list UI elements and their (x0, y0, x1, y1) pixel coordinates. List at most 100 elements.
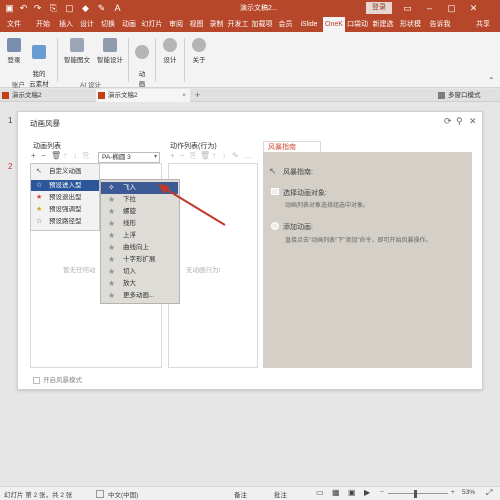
magic-tools-icon (103, 38, 117, 52)
menu-tab[interactable]: OneK (323, 17, 345, 32)
zoom-level[interactable]: 53% (462, 489, 475, 496)
new-tab-icon[interactable]: + (195, 89, 200, 102)
menu-tab[interactable]: 新建选 (370, 17, 396, 32)
menu-tab[interactable]: 切换 (98, 17, 118, 32)
menu-tab[interactable]: iSlide (297, 17, 321, 32)
close-tab-icon[interactable]: × (182, 89, 186, 102)
menu-bar: 文件 开始 插入 设计 切换 动画 幻灯片 审阅 视图 录制 开发工 加载项 会员 iSlide OneK 口… (0, 17, 500, 43)
minus-icon[interactable]: − (41, 151, 46, 160)
effect-cross-expand[interactable]: ★ 十字形扩展 (101, 254, 178, 266)
menu-tab[interactable]: 口袋动 (346, 17, 369, 32)
document-tab[interactable]: 演示文稿2 (0, 89, 92, 102)
checkbox-label: 开启风暴模式 (43, 377, 82, 384)
accessibility-icon[interactable] (96, 490, 104, 498)
zoom-slider-handle[interactable] (414, 490, 417, 498)
more-icon[interactable]: … (244, 151, 252, 160)
move-down-icon[interactable]: ↓ (73, 151, 77, 160)
copy-icon[interactable]: ⎘ (190, 151, 196, 161)
checkbox-box[interactable] (33, 376, 40, 384)
picture-icon[interactable]: ▢ (64, 3, 75, 14)
design-button[interactable]: 设计 (160, 38, 180, 64)
font-color-icon[interactable]: A (112, 3, 123, 14)
menu-tab[interactable]: 文件 (4, 17, 24, 32)
animation-button[interactable]: 动 画 (133, 38, 151, 88)
refresh-icon[interactable]: ⟳ (444, 116, 452, 127)
move-up-icon[interactable]: ↑ (63, 151, 67, 160)
effect-cut-in[interactable]: ★ 切入 (101, 266, 178, 278)
zoom-out-icon[interactable]: − (380, 489, 384, 496)
menu-tab[interactable]: 动画 (119, 17, 139, 32)
ribbon-button-label: 设计 (163, 57, 177, 64)
effect-float-up[interactable]: ★ 上浮 (101, 230, 178, 242)
close-icon[interactable]: ✕ (468, 3, 479, 14)
close-dialog-icon[interactable]: ✕ (469, 116, 477, 127)
effect-label: 更多动画... (123, 292, 155, 299)
menu-tab[interactable]: 视图 (187, 17, 206, 32)
menu-item-preset-path[interactable]: ☆ 预设路径型 (31, 216, 99, 227)
smart-image-text-button[interactable]: 智能图文 (60, 38, 94, 64)
add-animation-icon[interactable]: + (31, 151, 36, 160)
menu-tab[interactable]: 共享 (470, 17, 496, 32)
zoom-in-icon[interactable]: + (451, 489, 455, 496)
maximize-icon[interactable]: ▢ (446, 3, 457, 14)
slideshow-icon[interactable]: ▶ (364, 488, 370, 497)
tab-storm-guide[interactable]: 风暴指南 (263, 141, 321, 152)
fill-icon[interactable]: ◆ (80, 3, 91, 14)
menu-item-preset-emphasis[interactable]: ★ 预设强调型 (31, 204, 99, 215)
slide-sorter-icon[interactable]: ▦ (332, 488, 340, 497)
collapse-ribbon-icon[interactable]: ⌃ (488, 76, 495, 85)
menu-tab[interactable]: 审阅 (166, 17, 186, 32)
about-button[interactable]: 关于 (189, 38, 209, 64)
menu-tab[interactable]: 加载项 (250, 17, 274, 32)
menu-tab[interactable]: 形状模式 (397, 17, 424, 43)
slide-number[interactable]: 2 (8, 162, 12, 171)
menu-tab[interactable]: 会员 (276, 17, 295, 32)
move-down-icon[interactable]: ↓ (222, 151, 226, 160)
undo-icon[interactable]: ↶ (18, 3, 29, 14)
move-up-icon[interactable]: ↑ (212, 151, 216, 160)
effect-more-animations[interactable]: ★ 更多动画... (101, 290, 178, 302)
menu-item-preset-entrance[interactable]: ☆ 预设进入型 (31, 180, 99, 191)
minus-icon[interactable]: − (180, 151, 185, 160)
fit-to-window-icon[interactable]: ⤢ (486, 488, 492, 498)
open-storm-mode-checkbox[interactable]: 开启风暴模式 (33, 374, 82, 384)
login-button[interactable]: 登录 (366, 2, 392, 14)
menu-tab[interactable]: 告诉我 (425, 17, 455, 32)
pen-icon[interactable]: ✎ (96, 3, 107, 14)
smart-design-button[interactable]: 智能设计 (94, 38, 126, 64)
menu-item-label: 预设进入型 (49, 182, 82, 189)
menu-tab[interactable]: 插入 (56, 17, 76, 32)
delete-icon[interactable]: 🗑 (200, 151, 210, 160)
edit-icon[interactable]: ✎ (232, 151, 239, 160)
save-icon[interactable]: ▣ (4, 3, 15, 14)
redo-icon[interactable]: ↷ (32, 3, 43, 14)
menu-tab[interactable]: 设计 (77, 17, 97, 32)
my-cloud-assets-button[interactable]: 我的 云素材 (26, 38, 52, 88)
reading-view-icon[interactable]: ▣ (348, 488, 356, 497)
slide-number[interactable]: 1 (8, 116, 12, 125)
zoom-slider[interactable] (388, 493, 448, 494)
add-action-icon[interactable]: + (170, 151, 175, 160)
format-icon[interactable]: ⎘ (48, 3, 59, 14)
copy-icon[interactable]: ⎘ (83, 151, 89, 161)
menu-tab[interactable]: 幻灯片 (140, 17, 164, 32)
ribbon-login-button[interactable]: 登录 (4, 38, 24, 64)
pin-icon[interactable]: ⚲ (456, 116, 463, 127)
menu-item-preset-exit[interactable]: ★ 预设退出型 (31, 192, 99, 203)
delete-icon[interactable]: 🗑 (51, 151, 61, 160)
ribbon-display-icon[interactable]: ▭ (402, 3, 413, 14)
menu-item-custom-animation[interactable]: ↖ 自定义动画 (31, 166, 99, 177)
notes-button[interactable]: 备注 (234, 489, 247, 499)
effect-zoom[interactable]: ★ 放大 (101, 278, 178, 290)
menu-tab[interactable]: 开发工 (227, 17, 249, 32)
effect-curve-up[interactable]: ★ 曲线向上 (101, 242, 178, 254)
menu-tab[interactable]: 录制 (207, 17, 226, 32)
normal-view-icon[interactable]: ▭ (316, 488, 324, 497)
object-select[interactable]: PA-椭圆 3 ▾ (98, 152, 160, 163)
menu-tab[interactable]: 开始 (33, 17, 53, 32)
document-tab-active[interactable]: 演示文稿2 × (96, 89, 190, 102)
multi-window-mode-button[interactable]: 多窗口模式 (436, 89, 500, 102)
language-status[interactable]: 中文(中国) (108, 489, 138, 499)
comments-button[interactable]: 批注 (274, 489, 287, 499)
minimize-icon[interactable]: – (424, 3, 435, 14)
